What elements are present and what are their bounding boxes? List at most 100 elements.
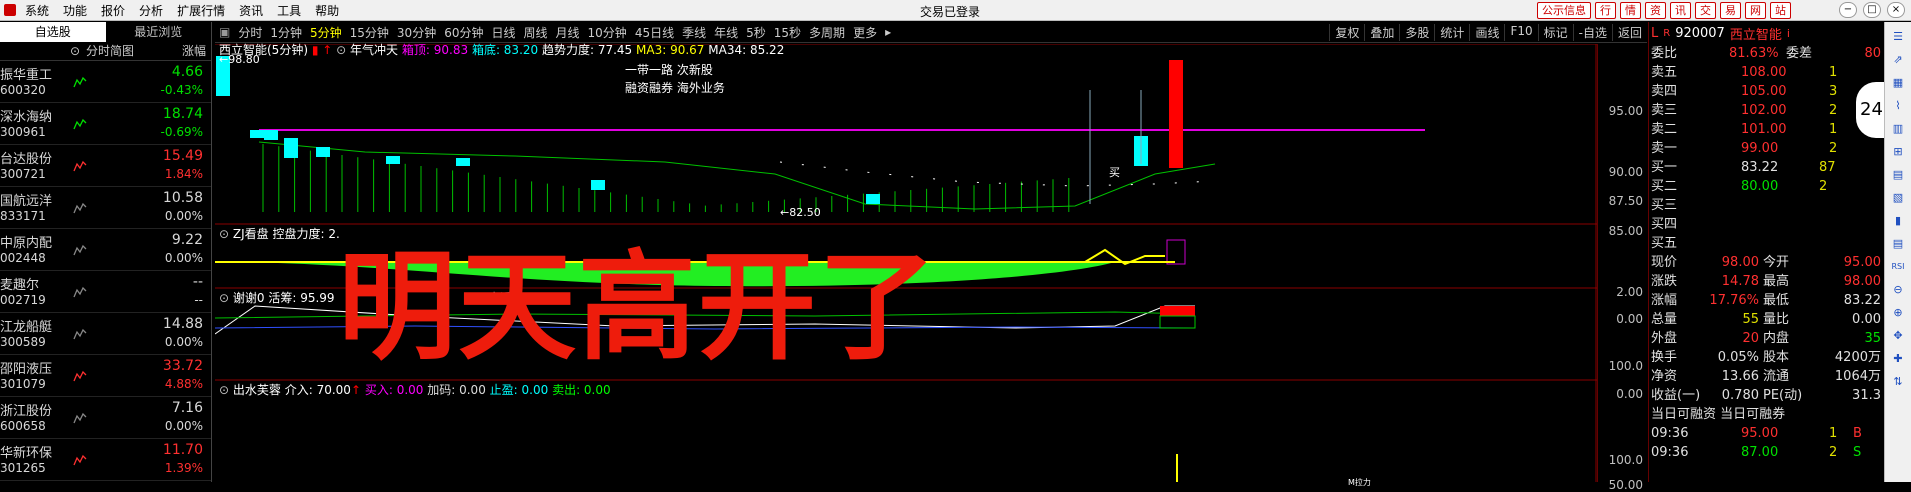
sparkline-icon: [73, 160, 87, 172]
news-button-1[interactable]: 资: [1645, 2, 1666, 19]
period-11[interactable]: 季线: [678, 24, 710, 41]
menu-extended[interactable]: 扩展行情: [170, 2, 232, 19]
period-12[interactable]: 年线: [710, 24, 742, 41]
panel4-add: 加码: 0.00: [427, 383, 486, 397]
rsi-icon[interactable]: RSI: [1890, 259, 1906, 275]
period-16[interactable]: 更多: [849, 24, 881, 41]
bid-row: 买二 80.00 2: [1649, 177, 1885, 196]
period-5[interactable]: 60分钟: [440, 24, 487, 41]
menu-system[interactable]: 系统: [18, 2, 56, 19]
panel3-title[interactable]: 谢谢0: [233, 291, 265, 305]
sort-icon[interactable]: ⊙: [70, 42, 86, 60]
bid-row: 买三: [1649, 196, 1885, 215]
kline-icon[interactable]: ▥: [1890, 121, 1906, 137]
menu-quote[interactable]: 报价: [94, 2, 132, 19]
table-icon[interactable]: ▦: [1890, 75, 1906, 91]
panel2-title[interactable]: ZJ看盘: [233, 227, 269, 241]
calc-icon[interactable]: ▧: [1890, 190, 1906, 206]
note-icon[interactable]: ▤: [1890, 167, 1906, 183]
watchlist-row[interactable]: 台达股份 300721 15.49 1.84%: [0, 145, 211, 187]
watchlist-row[interactable]: 华新环保 301265 11.70 1.39%: [0, 439, 211, 481]
list-icon[interactable]: ☰: [1890, 29, 1906, 45]
site-button-1[interactable]: 网: [1745, 2, 1766, 19]
menu-tools[interactable]: 工具: [270, 2, 308, 19]
list2-icon[interactable]: ▤: [1890, 236, 1906, 252]
period-0[interactable]: 分时: [234, 24, 266, 41]
menu-function[interactable]: 功能: [56, 2, 94, 19]
zoom-in-icon[interactable]: ⊕: [1890, 305, 1906, 321]
chart-tool-6[interactable]: 标记: [1537, 23, 1573, 41]
watchlist-row[interactable]: 深水海纳 300961 18.74 -0.69%: [0, 103, 211, 145]
watchlist-row[interactable]: 浙江股份 600658 7.16 0.00%: [0, 397, 211, 439]
tab-recent[interactable]: 最近浏览: [106, 22, 212, 42]
info-icon[interactable]: i: [1787, 27, 1790, 40]
watchlist-row[interactable]: 国航远洋 833171 10.58 0.00%: [0, 187, 211, 229]
period-9[interactable]: 10分钟: [584, 24, 631, 41]
chart-tool-3[interactable]: 统计: [1434, 23, 1469, 41]
close-icon[interactable]: ×: [1887, 2, 1905, 18]
bid-row: 买一 83.22 87: [1649, 158, 1885, 177]
watchlist-row[interactable]: 中原内配 002448 9.22 0.00%: [0, 229, 211, 271]
sort-icon[interactable]: ⇅: [1890, 374, 1906, 390]
period-3[interactable]: 15分钟: [346, 24, 393, 41]
watchlist-row[interactable]: 振华重工 600320 4.66 -0.43%: [0, 61, 211, 103]
stock-code: 301265: [0, 461, 46, 475]
period-14[interactable]: 15秒: [770, 24, 805, 41]
grid-icon[interactable]: ⊞: [1890, 144, 1906, 160]
news-button-2[interactable]: 讯: [1670, 2, 1691, 19]
zoom-out-icon[interactable]: ⊖: [1890, 282, 1906, 298]
period-1[interactable]: 1分钟: [266, 24, 306, 41]
bar-chart-icon[interactable]: ▮: [1890, 213, 1906, 229]
col-sparkline-header[interactable]: 分时简图: [86, 42, 166, 60]
period-13[interactable]: 5秒: [742, 24, 770, 41]
indicator-name[interactable]: 年气冲天: [350, 43, 398, 57]
panel2-settings-icon[interactable]: ⊙: [219, 227, 229, 241]
chart-tool-0[interactable]: 复权: [1329, 23, 1364, 41]
line-chart-icon[interactable]: ⌇: [1890, 98, 1906, 114]
notice-button[interactable]: 公示信息: [1537, 2, 1591, 19]
watchlist-row[interactable]: 麦趣尔 002719 -- --: [0, 271, 211, 313]
tab-watchlist[interactable]: 自选股: [0, 22, 106, 42]
watchlist-row[interactable]: 邵阳液压 301079 33.72 4.88%: [0, 355, 211, 397]
chart-menu-icon[interactable]: ▮: [312, 43, 319, 57]
indicator-settings-icon[interactable]: ⊙: [336, 43, 346, 57]
quote-button-2[interactable]: 情: [1620, 2, 1641, 19]
margin-row: 当日可融资 当日可融券: [1649, 405, 1885, 424]
chart-tool-8[interactable]: 返回: [1611, 23, 1647, 41]
chart-tool-5[interactable]: F10: [1504, 23, 1537, 41]
plus-icon[interactable]: ✚: [1890, 351, 1906, 367]
chart-tool-2[interactable]: 多股: [1399, 23, 1434, 41]
trend-icon[interactable]: ⇗: [1890, 52, 1906, 68]
period-6[interactable]: 日线: [487, 24, 519, 41]
chart-tool-7[interactable]: -自选: [1572, 23, 1612, 41]
chart-tool-1[interactable]: 叠加: [1364, 23, 1399, 41]
menu-help[interactable]: 帮助: [308, 2, 346, 19]
trade-button-1[interactable]: 交: [1695, 2, 1716, 19]
panel4-title[interactable]: 出水芙蓉: [233, 383, 281, 397]
chart-tool-4[interactable]: 画线: [1469, 23, 1504, 41]
site-button-2[interactable]: 站: [1770, 2, 1791, 19]
period-7[interactable]: 周线: [520, 24, 552, 41]
stat-label-2: 今开: [1763, 255, 1790, 270]
panel4-settings-icon[interactable]: ⊙: [219, 383, 229, 397]
period-4[interactable]: 30分钟: [393, 24, 440, 41]
trade-button-2[interactable]: 易: [1720, 2, 1741, 19]
period-2[interactable]: 5分钟: [306, 24, 346, 41]
maximize-icon[interactable]: □: [1863, 2, 1881, 18]
period-15[interactable]: 多周期: [805, 24, 849, 41]
menu-news[interactable]: 资讯: [232, 2, 270, 19]
minimize-icon[interactable]: −: [1839, 2, 1857, 18]
menu-analysis[interactable]: 分析: [132, 2, 170, 19]
watchlist-row[interactable]: 江龙船艇 300589 14.88 0.00%: [0, 313, 211, 355]
period-list-icon[interactable]: ▣: [215, 25, 234, 39]
quote-button-1[interactable]: 行: [1595, 2, 1616, 19]
move-icon[interactable]: ✥: [1890, 328, 1906, 344]
stock-name[interactable]: 西立智能: [1730, 24, 1782, 43]
bid-volume: 2: [1819, 179, 1828, 194]
period-8[interactable]: 月线: [552, 24, 584, 41]
panel3-settings-icon[interactable]: ⊙: [219, 291, 229, 305]
scroll-right-icon[interactable]: ▸: [881, 25, 895, 39]
col-change-header[interactable]: 涨幅: [166, 42, 206, 60]
trend-strength-label: 趋势力度: 77.45: [541, 43, 633, 57]
period-10[interactable]: 45日线: [631, 24, 678, 41]
